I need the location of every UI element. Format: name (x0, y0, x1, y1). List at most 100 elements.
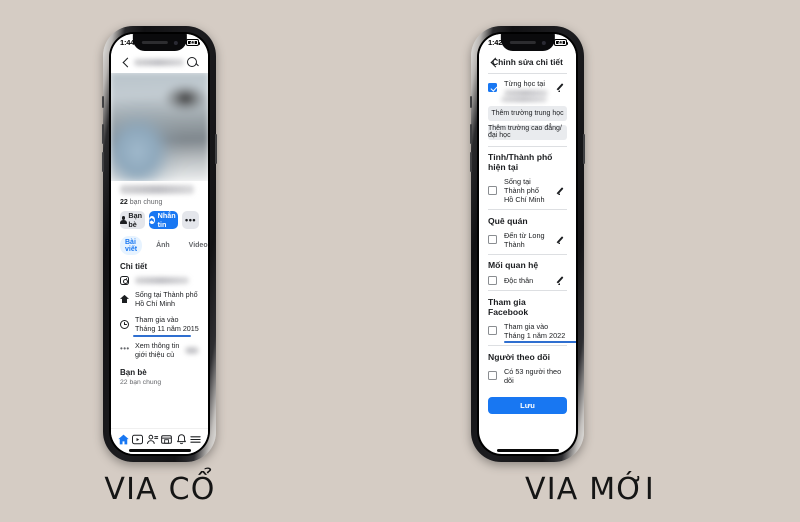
nav-notifications-bell-icon[interactable] (174, 432, 189, 447)
messenger-icon (148, 215, 155, 225)
right-phone-notch (500, 34, 555, 51)
profile-tabs: Bài viết Ảnh Video (120, 236, 208, 255)
education-label-text: Từng học tại (504, 78, 545, 88)
front-camera-icon (541, 40, 546, 45)
phone-volume-up-button[interactable] (102, 124, 104, 144)
battery-percent: 43 (188, 40, 197, 45)
pencil-edit-icon[interactable] (557, 83, 567, 93)
friends-section-subtitle: 22 bạn chung (120, 379, 162, 386)
checkbox-hometown[interactable] (488, 235, 497, 245)
relationship-row[interactable]: Độc thân (479, 270, 576, 290)
phone-volume-up-button[interactable] (470, 124, 472, 144)
cover-photo-blurred (111, 73, 208, 181)
instagram-icon (120, 276, 129, 285)
phone-volume-down-button[interactable] (102, 152, 104, 172)
divider (488, 344, 567, 346)
education-checkbox-row[interactable]: Từng học tại (479, 74, 576, 102)
pencil-edit-icon[interactable] (557, 235, 567, 245)
profile-action-row: Bạn bè Nhắn tin ••• (120, 211, 199, 229)
divider (488, 253, 567, 255)
hometown-row[interactable]: Đến từ Long Thành (479, 226, 576, 254)
pencil-edit-icon[interactable] (557, 186, 567, 196)
earpiece-speaker (509, 41, 536, 44)
nav-home-icon[interactable] (115, 429, 131, 449)
checkbox-education[interactable] (488, 83, 497, 93)
back-chevron-icon[interactable] (120, 56, 132, 68)
phone-volume-down-button[interactable] (470, 152, 472, 172)
joined-facebook-row[interactable]: Tham gia vào Tháng 1 năm 2022 (479, 317, 576, 345)
phone-power-button[interactable] (583, 134, 585, 164)
detail-row-see-about[interactable]: ••• Xem thông tin giới thiệu củ (120, 341, 199, 359)
left-phone-bezel: 1:44 LTE 43 (109, 32, 210, 456)
phone-power-button[interactable] (215, 134, 217, 164)
current-city-row[interactable]: Sống tại Thành phố Hồ Chí Minh (479, 172, 576, 209)
tab-videos[interactable]: Video (184, 240, 208, 252)
detail-row[interactable]: Sống tại Thành phố Hồ Chí Minh (120, 290, 199, 308)
mutual-friends-count: 22 (120, 199, 128, 206)
mutual-friends-line: 22 bạn chung (120, 199, 199, 206)
home-indicator-bar (496, 449, 559, 452)
section-title-hometown: Quê quán (488, 215, 528, 226)
nav-marketplace-icon[interactable] (160, 432, 175, 447)
followers-label: Có 53 người theo dõi (504, 366, 562, 385)
back-chevron-icon[interactable] (488, 56, 500, 68)
message-button[interactable]: Nhắn tin (148, 211, 179, 229)
friend-status-label: Bạn bè (128, 211, 142, 229)
details-section-title: Chi tiết (120, 262, 148, 271)
blurred-instagram-handle (135, 277, 189, 284)
phone-mute-switch[interactable] (470, 96, 472, 108)
checkbox-current-city[interactable] (488, 186, 497, 196)
tab-photos[interactable]: Ảnh (151, 240, 175, 252)
divider (488, 145, 567, 147)
section-title-current-city: Tỉnh/Thành phố hiện tại (488, 152, 553, 173)
friends-section-title: Bạn bè (120, 368, 147, 377)
add-highschool-button[interactable]: Thêm trường trung học (488, 105, 567, 121)
blurred-school-name (504, 89, 548, 96)
nav-watch-video-icon[interactable] (131, 432, 146, 447)
followers-row[interactable]: Có 53 người theo dõi (479, 362, 576, 390)
section-title-joined-facebook: Tham gia Facebook (488, 296, 529, 317)
detail-row-joined[interactable]: Tham gia vào Tháng 11 năm 2015 (120, 315, 199, 337)
left-phone-device: 1:44 LTE 43 (102, 26, 217, 462)
relationship-label: Độc thân (504, 275, 534, 285)
divider (488, 290, 567, 291)
current-city-label: Sống tại Thành phố Hồ Chí Minh (504, 177, 545, 205)
right-phone-screen: 1:42 LTE 43 Chỉnh sửa chi tiết (479, 34, 576, 454)
friend-status-button[interactable]: Bạn bè (120, 211, 145, 229)
phone-mute-switch[interactable] (102, 96, 104, 108)
joined-facebook-label: Tham gia vào Tháng 1 năm 2022 (504, 321, 566, 340)
section-title-followers: Người theo dõi (488, 351, 550, 362)
hometown-label: Đến từ Long Thành (504, 230, 545, 249)
tab-posts[interactable]: Bài viết (120, 236, 143, 255)
left-phone-notch (132, 34, 187, 51)
detail-current-city: Sống tại Thành phố Hồ Chí Minh (135, 290, 198, 308)
divider (488, 209, 567, 210)
detail-row[interactable] (120, 276, 199, 285)
detail-see-about-text: Xem thông tin giới thiệu củ (135, 341, 180, 359)
fb-profile-topbar (111, 51, 208, 73)
left-phone-screen: 1:44 LTE 43 (111, 34, 208, 454)
right-phone-device: 1:42 LTE 43 Chỉnh sửa chi tiết (470, 26, 585, 462)
pencil-edit-icon[interactable] (557, 275, 567, 285)
ellipsis-icon: ••• (120, 343, 130, 353)
nav-hamburger-menu-icon[interactable] (189, 432, 204, 447)
add-college-button[interactable]: Thêm trường cao đẳng/đại học (488, 124, 567, 140)
clock-icon (120, 319, 129, 329)
search-icon[interactable] (186, 56, 199, 69)
checkbox-followers[interactable] (488, 371, 497, 381)
more-options-button[interactable]: ••• (182, 211, 199, 229)
blurred-profile-name-top (134, 58, 184, 66)
checkbox-joined-facebook[interactable] (488, 326, 497, 336)
screenshot-stage: 1:44 LTE 43 (0, 0, 800, 522)
right-phone-bezel: 1:42 LTE 43 Chỉnh sửa chi tiết (477, 32, 578, 456)
edit-details-topbar: Chỉnh sửa chi tiết (479, 51, 576, 73)
caption-left: VIA CỔ (104, 472, 216, 507)
blurred-profile-name (120, 185, 194, 194)
checkbox-relationship[interactable] (488, 275, 497, 285)
nav-friends-icon[interactable] (145, 432, 160, 447)
joined-date-highlight-underline (133, 335, 191, 337)
blurred-school-second-line (501, 96, 547, 102)
save-button[interactable]: Lưu (488, 396, 567, 414)
edit-details-body: Từng học tại Thêm trường trung học Thêm … (479, 73, 576, 416)
cover-photo-container (111, 73, 208, 181)
